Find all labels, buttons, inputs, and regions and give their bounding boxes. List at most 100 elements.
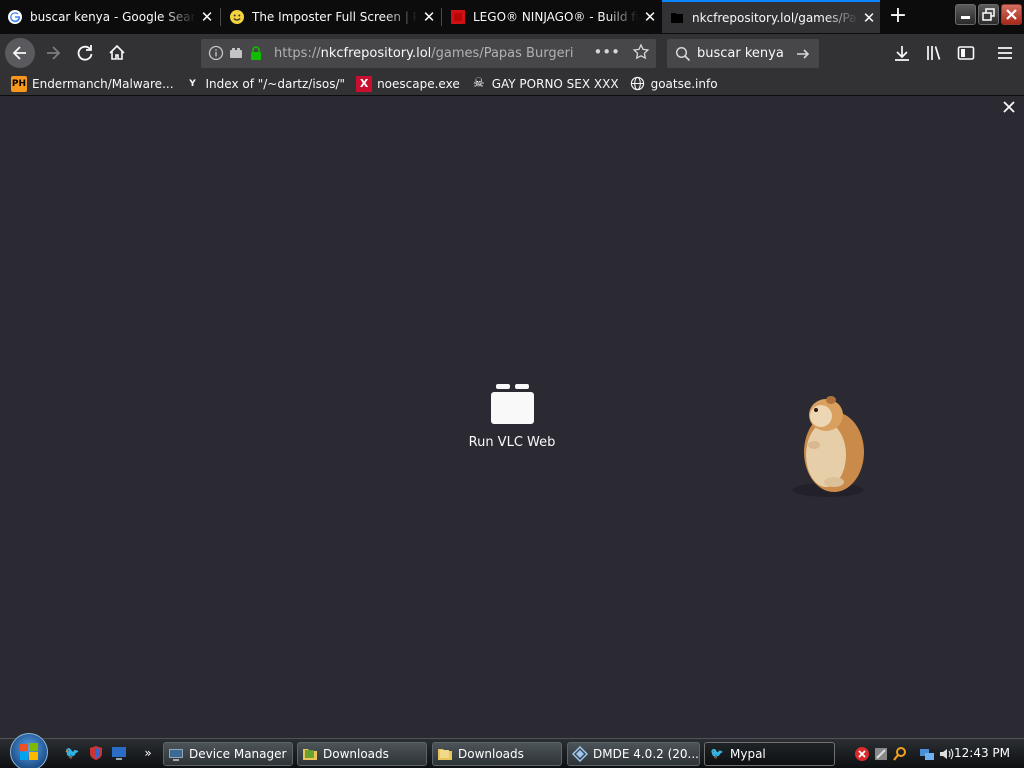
mypal-icon: 🐦 xyxy=(710,747,724,760)
reload-button[interactable] xyxy=(71,39,99,67)
tray-tools-icon[interactable] xyxy=(873,746,889,762)
bookmark-item[interactable]: Y Index of "/~dartz/isos/" xyxy=(185,76,346,92)
search-go-icon[interactable] xyxy=(795,46,811,62)
skull-icon: ☠ xyxy=(472,76,485,91)
close-icon xyxy=(1006,9,1017,20)
quicklaunch-more-icon[interactable]: » xyxy=(140,745,156,761)
bookmark-label: Index of "/~dartz/isos/" xyxy=(205,76,346,91)
page-icon xyxy=(669,10,685,26)
bookmark-label: noescape.exe xyxy=(377,76,460,91)
pornhub-icon: PH xyxy=(11,75,27,92)
tab-title: The Imposter Full Screen | Prim xyxy=(252,9,418,24)
url-host: nkcfrepository.lol xyxy=(320,46,432,61)
tab-lego-ninjago[interactable]: LEGO® NINJAGO® - Build fun ✕ xyxy=(443,0,661,33)
folder-icon xyxy=(302,746,318,762)
home-button[interactable] xyxy=(103,39,131,67)
new-tab-button[interactable]: + xyxy=(884,3,912,31)
globe-icon xyxy=(630,76,646,92)
bookmark-star-icon[interactable] xyxy=(632,43,650,61)
forward-button[interactable] xyxy=(39,39,67,67)
search-bar[interactable]: buscar kenya xyxy=(667,39,819,68)
taskbar-clock[interactable]: 12:43 PM xyxy=(954,746,1010,760)
taskbar-label: Downloads xyxy=(458,747,524,761)
url-text[interactable]: https://nkcfrepository.lol/games/Papas B… xyxy=(274,46,574,61)
bookmark-label: GAY PORNO SEX XXX xyxy=(491,76,619,91)
sidebar-icon[interactable] xyxy=(956,43,976,63)
search-input[interactable]: buscar kenya xyxy=(697,46,784,61)
close-icon[interactable]: ✕ xyxy=(639,8,661,26)
home-icon xyxy=(109,44,125,60)
lock-icon[interactable] xyxy=(248,45,266,63)
close-icon[interactable]: ✕ xyxy=(418,8,440,26)
tab-separator xyxy=(220,8,221,26)
bookmark-item[interactable]: goatse.info xyxy=(630,76,718,92)
windows-logo-icon xyxy=(20,743,38,760)
library-icon[interactable] xyxy=(924,43,944,63)
tray-network-icon[interactable] xyxy=(919,746,935,762)
url-actions: ••• xyxy=(593,43,650,61)
start-button[interactable] xyxy=(10,733,48,768)
bookmark-item[interactable]: ☠ GAY PORNO SEX XXX xyxy=(471,76,619,92)
address-bar[interactable]: https://nkcfrepository.lol/games/Papas B… xyxy=(201,39,656,68)
taskbar-item-dmde[interactable]: DMDE 4.0.2 (20... xyxy=(567,742,700,766)
bookmark-label: Endermanch/Malware... xyxy=(32,76,174,91)
quicklaunch-bird-icon[interactable]: 🐦 xyxy=(64,745,80,761)
taskbar-item-mypal[interactable]: 🐦 Mypal xyxy=(704,742,835,766)
page-actions-icon[interactable]: ••• xyxy=(593,43,620,61)
bookmark-item[interactable]: PH Endermanch/Malware... xyxy=(11,75,174,92)
google-icon xyxy=(7,9,23,25)
tray-search-icon[interactable] xyxy=(892,746,908,762)
taskbar-label: DMDE 4.0.2 (20... xyxy=(593,747,699,761)
tab-title: nkcfrepository.lol/games/Papa xyxy=(692,10,858,25)
forward-arrow-icon xyxy=(47,46,61,60)
taskbar-item-device-manager[interactable]: Device Manager xyxy=(163,742,293,766)
permissions-icon[interactable] xyxy=(228,45,246,63)
taskbar-item-downloads-2[interactable]: Downloads xyxy=(432,742,562,766)
tab-nkcfrepository[interactable]: nkcfrepository.lol/games/Papa ✕ xyxy=(662,0,880,33)
tab-google-search[interactable]: buscar kenya - Google Search ✕ xyxy=(0,0,218,33)
lego-icon xyxy=(450,9,466,25)
tray-volume-icon[interactable] xyxy=(938,746,954,762)
menu-hamburger-icon[interactable] xyxy=(995,43,1015,63)
url-path: /games/Papas Burgeria xyxy=(431,46,574,61)
ycombinator-icon: Y xyxy=(189,78,196,89)
bookmark-item[interactable]: X noescape.exe xyxy=(356,75,460,92)
taskbar-item-downloads[interactable]: Downloads xyxy=(297,742,427,766)
bookmark-label: goatse.info xyxy=(650,76,718,91)
close-icon[interactable] xyxy=(1002,100,1016,114)
restore-icon xyxy=(982,8,995,21)
close-icon[interactable]: ✕ xyxy=(858,9,880,27)
reload-icon xyxy=(77,45,93,61)
url-prefix: https:// xyxy=(274,46,321,61)
page-content: Run VLC Web xyxy=(0,96,1024,738)
close-icon[interactable]: ✕ xyxy=(196,8,218,26)
tab-imposter[interactable]: The Imposter Full Screen | Prim ✕ xyxy=(222,0,440,33)
vlc-label: Run VLC Web xyxy=(468,435,556,450)
x-icon: X xyxy=(356,75,373,92)
screen: buscar kenya - Google Search ✕ The Impos… xyxy=(0,0,1024,768)
minimize-icon xyxy=(961,16,970,19)
device-manager-icon xyxy=(168,746,184,762)
tab-title: LEGO® NINJAGO® - Build fun xyxy=(473,9,639,24)
minimize-button[interactable] xyxy=(955,4,976,25)
back-arrow-icon xyxy=(12,46,26,60)
taskbar-label: Device Manager xyxy=(189,747,287,761)
tab-separator xyxy=(441,8,442,26)
info-icon[interactable] xyxy=(208,45,226,63)
taskbar-label: Mypal xyxy=(730,747,766,761)
quicklaunch-desktop-icon[interactable] xyxy=(111,745,127,761)
navigation-toolbar: https://nkcfrepository.lol/games/Papas B… xyxy=(0,34,1024,72)
tab-strip: buscar kenya - Google Search ✕ The Impos… xyxy=(0,0,1024,34)
quicklaunch-shield-icon[interactable] xyxy=(88,745,104,761)
window-close-button[interactable] xyxy=(1001,4,1022,25)
back-button[interactable] xyxy=(5,38,35,68)
tray-error-icon[interactable] xyxy=(854,746,870,762)
run-vlc-web-button[interactable]: Run VLC Web xyxy=(462,382,562,450)
dmde-icon xyxy=(572,746,588,762)
bookmarks-toolbar: PH Endermanch/Malware... Y Index of "/~d… xyxy=(0,72,1024,96)
downloads-icon[interactable] xyxy=(892,43,912,63)
restore-button[interactable] xyxy=(978,4,999,25)
tab-title: buscar kenya - Google Search xyxy=(30,9,196,24)
taskbar: 🐦 » Device Manager Downloads Downloads D… xyxy=(0,733,1024,768)
vlc-icon xyxy=(490,382,534,424)
